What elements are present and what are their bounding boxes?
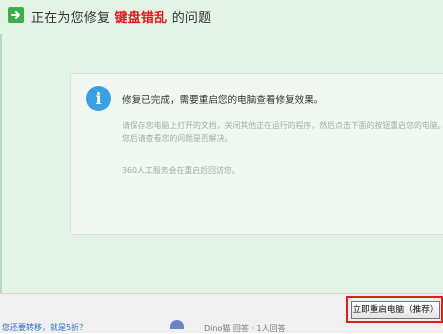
result-panel: i 修复已完成，需要重启您的电脑查看修复效果。 请保存您电脑上打开的文档，关闭其… — [70, 73, 443, 235]
result-message: 修复已完成，需要重启您的电脑查看修复效果。 — [122, 95, 324, 106]
info-icon: i — [86, 86, 111, 111]
instruction-text: 请保存您电脑上打开的文档，关闭其他正在运行的程序，然后点击下面的按钮重启您的电脑… — [122, 119, 443, 145]
arrow-right-icon — [8, 7, 24, 23]
title-prefix: 正在为您修复 — [31, 11, 111, 26]
title-suffix: 的问题 — [171, 11, 212, 26]
avatar — [170, 320, 184, 329]
background-answer-text: Dino猫 回答 · 1人回答 — [204, 324, 286, 333]
background-link[interactable]: 您还要转移，就是5折？ — [2, 322, 87, 333]
instruction-line: 请保存您电脑上打开的文档，关闭其他正在运行的程序，然后点击下面的按钮重启您的电脑… — [122, 121, 443, 130]
page-title: 正在为您修复 键盘错乱 的问题 — [31, 7, 211, 26]
repair-window: 正在为您修复 键盘错乱 的问题 i 修复已完成，需要重启您的电脑查看修复效果。 … — [0, 0, 443, 332]
left-divider — [0, 34, 2, 294]
problem-name: 键盘错乱 — [114, 11, 168, 26]
restart-now-button[interactable]: 立即重启电脑（推荐） — [351, 301, 440, 319]
service-note: 360人工服务会在重启后回访您。 — [122, 166, 240, 175]
title-bar: 正在为您修复 键盘错乱 的问题 — [0, 0, 443, 34]
instruction-line: 您后请查看您的问题是否解决。 — [122, 134, 233, 143]
